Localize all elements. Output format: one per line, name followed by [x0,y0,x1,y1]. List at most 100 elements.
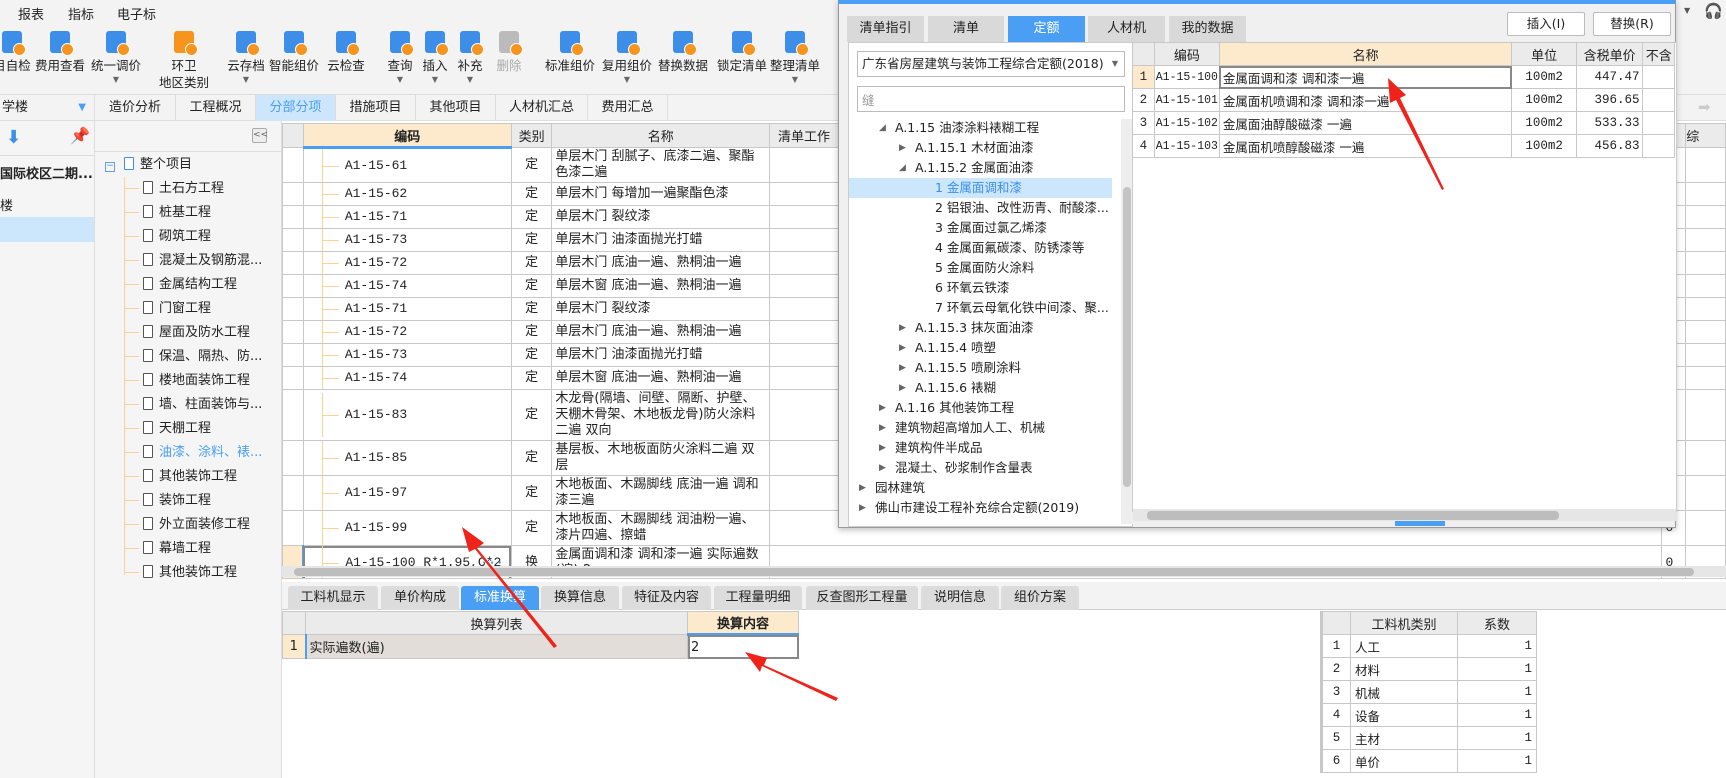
coefficient-cell[interactable]: 1 [1457,657,1537,681]
chevron-down-icon[interactable]: ▼ [1684,6,1690,15]
menu-index[interactable]: 指标 [68,4,94,23]
quota-tree-item[interactable]: ▶ 园林建筑 [849,478,1112,498]
tree-root[interactable]: − 整个项目 [105,155,192,175]
collapse-panel-button[interactable]: << [252,128,268,143]
tree-item[interactable]: 其他装饰工程 [125,563,237,583]
conversion-value-input[interactable]: 2 [687,634,799,659]
table-row[interactable]: 2 材料 1 [1321,657,1537,681]
name-cell[interactable]: 单层木门 裂纹漆 [551,205,770,229]
quota-tree-item[interactable]: ▶ A.1.15.5 喷刷涂料 [849,358,1112,378]
tree-item[interactable]: 混凝土及钢筋混... [125,251,262,271]
caret-expanded-icon[interactable]: ◢ [899,158,906,178]
bottom-tab-4[interactable]: 特征及内容 [622,586,711,610]
quota-tree-item[interactable]: 3 金属面过氯乙烯漆 [849,218,1112,238]
code-cell[interactable]: A1-15-71 [302,205,512,229]
arrow-down-icon[interactable]: ⬇ [6,127,21,148]
toolbar-button-3[interactable]: 环卫 地区类别 [150,31,218,91]
bottom-tab-8[interactable]: 组价方案 [1001,586,1079,610]
chevron-down-icon[interactable]: ▼ [436,74,504,86]
bottom-tab-5[interactable]: 工程量明细 [714,586,802,610]
caret-collapsed-icon[interactable]: ▶ [879,398,886,418]
splitter-handle[interactable] [1395,521,1445,526]
code-cell[interactable]: A1-15-99 [302,510,512,546]
quota-tree-item[interactable]: ▶ A.1.15.3 抹灰面油漆 [849,318,1112,338]
quota-tree-item[interactable]: 4 金属面氟碳漆、防锈漆等 [849,238,1112,258]
quota-tree-item[interactable]: ▶ 建筑物超高增加人工、机械 [849,418,1112,438]
composite-cell[interactable] [1685,274,1726,298]
tab-2[interactable]: 分部分项 [256,95,336,121]
name-cell[interactable]: 单层木门 裂纹漆 [551,297,770,321]
composite-cell[interactable] [1685,182,1726,206]
caret-expanded-icon[interactable]: ◢ [879,118,886,138]
conversion-row[interactable]: 1 实际遍数(遍) 2 [282,634,799,659]
collapse-icon[interactable]: − [105,162,115,172]
menu-e-bid[interactable]: 电子标 [117,4,156,23]
tree-item[interactable]: 外立面装修工程 [125,515,250,535]
table-row[interactable]: 3 机械 1 [1321,680,1537,704]
code-cell[interactable]: A1-15-101 [1153,88,1220,112]
code-cell[interactable]: A1-15-72 [302,251,512,275]
tab-6[interactable]: 费用汇总 [588,95,668,121]
tab-5[interactable]: 人材机汇总 [496,95,588,121]
name-cell[interactable]: 单层木门 油漆面抛光打蜡 [551,228,770,252]
bottom-tab-6[interactable]: 反查图形工程量 [806,586,918,610]
code-cell[interactable]: A1-15-72 [302,320,512,344]
name-cell[interactable]: 金属面机喷调和漆 调和漆一遍 [1218,88,1513,112]
composite-cell[interactable] [1685,366,1726,390]
quota-tree-item[interactable]: 2 铝银油、改性沥青、耐酸漆... [849,198,1112,218]
project-name[interactable]: 国际校区二期... [0,163,93,182]
scroll-thumb[interactable] [294,568,1694,576]
bottom-tab-3[interactable]: 换算信息 [541,586,619,610]
name-cell[interactable]: 单层木门 底油一遍、熟桐油一遍 [551,251,770,275]
building-dropdown[interactable]: 学楼 ▼ [0,95,95,121]
caret-collapsed-icon[interactable]: ▶ [899,318,906,338]
code-header[interactable]: 编码 [302,123,512,149]
coefficient-cell[interactable]: 1 [1457,749,1537,773]
composite-cell[interactable] [1685,320,1726,344]
composite-cell[interactable] [1685,440,1726,476]
toolbar-button-2[interactable]: 统一调价 ▼ [82,31,150,86]
bottom-tab-7[interactable]: 说明信息 [921,586,999,610]
caret-collapsed-icon[interactable]: ▶ [879,438,886,458]
caret-collapsed-icon[interactable]: ▶ [859,498,866,518]
tree-item[interactable]: 天棚工程 [125,419,211,439]
chevron-down-icon[interactable]: ▼ [593,74,661,86]
composite-cell[interactable] [1685,205,1726,229]
quota-tree-item[interactable]: ▶ 建筑构件半成品 [849,438,1112,458]
quota-tree-item[interactable]: 5 金属面防火涂料 [849,258,1112,278]
unit-header[interactable]: 单位 [1511,42,1577,66]
tab-1[interactable]: 工程概况 [176,95,256,121]
name-cell[interactable]: 单层木门 底油一遍、熟桐油一遍 [551,320,770,344]
name-cell[interactable]: 单层木窗 底油一遍、熟桐油一遍 [551,274,770,298]
coefficient-cell[interactable]: 1 [1457,726,1537,750]
arrow-right-icon[interactable]: ➡ [1698,98,1711,116]
code-cell[interactable]: A1-15-103 [1153,134,1220,158]
tab-4[interactable]: 其他项目 [416,95,496,121]
quota-tree-item[interactable]: 7 环氧云母氧化铁中间漆、聚... [849,298,1112,318]
code-cell[interactable]: A1-15-73 [302,343,512,367]
quota-tree-item[interactable]: 1 金属面调和漆 [849,178,1112,198]
name-header[interactable]: 名称 [551,123,770,148]
chevron-down-icon[interactable]: ▼ [761,74,829,86]
code-cell[interactable]: A1-15-61 [302,147,512,183]
dialog-tab-1[interactable]: 清单 [928,16,1004,42]
caret-collapsed-icon[interactable]: ▶ [879,418,886,438]
caret-collapsed-icon[interactable]: ▶ [879,458,886,478]
name-header[interactable]: 名称 [1218,42,1513,66]
main-horizontal-scrollbar[interactable] [282,566,1726,577]
dialog-tab-0[interactable]: 清单指引 [847,16,924,42]
pin-icon[interactable]: 📌 [70,126,90,145]
coefficient-cell[interactable]: 1 [1457,634,1537,658]
tree-item[interactable]: 保温、隔热、防... [125,347,262,367]
bottom-tab-0[interactable]: 工料机显示 [288,586,378,610]
code-header[interactable]: 编码 [1153,42,1220,66]
ex-tax-header[interactable]: 不含 [1642,42,1675,66]
name-cell[interactable]: 金属面调和漆 调和漆一遍 [1218,65,1513,89]
quota-tree-item[interactable]: ▶ 混凝土、砂浆制作含量表 [849,458,1112,478]
tree-item[interactable]: 楼地面装饰工程 [125,371,250,391]
insert-button[interactable]: 插入(I) [1507,12,1585,36]
table-row[interactable]: 6 单价 1 [1321,749,1537,773]
tree-item[interactable]: 其他装饰工程 [125,467,237,487]
quota-search-input[interactable] [857,86,1125,112]
headset-icon[interactable]: 🎧 [1704,2,1723,20]
